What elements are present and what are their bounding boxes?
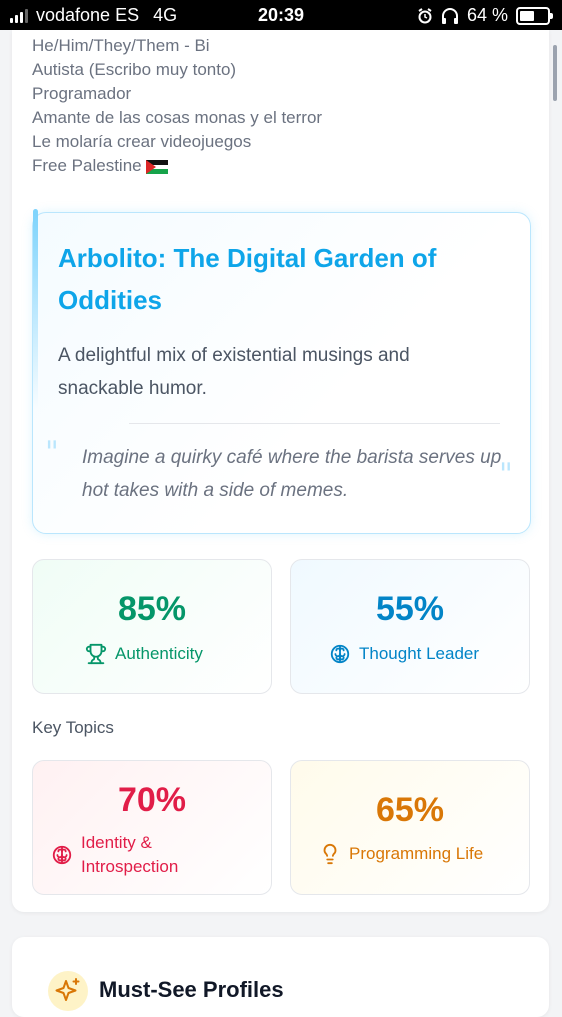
stat-label-row: Thought Leader — [329, 643, 479, 665]
topic-label-row: Identity & Introspection — [51, 831, 211, 879]
brain-icon — [52, 845, 72, 865]
topic-label: Programming Life — [349, 844, 484, 863]
bio-line-flag: Free Palestine — [32, 154, 322, 178]
summary-subtitle: A delightful mix of existential musings … — [58, 345, 410, 399]
bio-line: He/Him/They/Them - Bi — [32, 36, 210, 55]
topic-label: Identity & Introspection — [81, 833, 179, 876]
open-quote-icon: " — [45, 435, 59, 470]
bio: He/Him/They/Them - Bi Autista (Escribo m… — [32, 34, 322, 178]
stat-value: 55% — [375, 590, 445, 628]
bio-line: Amante de las cosas monas y el terror — [32, 108, 323, 127]
headphones-icon — [441, 7, 458, 24]
must-see-card: Must-See Profiles — [12, 937, 549, 1017]
topic-value: 65% — [375, 791, 445, 829]
brain-icon — [330, 644, 350, 664]
summary-title: Arbolito: The Digital Garden of Oddities — [58, 243, 437, 315]
bio-line: Programador — [32, 84, 132, 103]
bio-line: Free Palestine — [32, 156, 142, 175]
bio-line: Autista (Escribo muy tonto) — [32, 60, 237, 79]
stat-label: Thought Leader — [359, 644, 480, 663]
status-bar: vodafone ES 4G 20:39 64 % — [0, 0, 562, 30]
scrollbar[interactable] — [553, 45, 557, 101]
topic-label-row: Programming Life — [319, 843, 483, 865]
close-quote-icon: " — [499, 457, 513, 492]
stat-value: 85% — [117, 590, 187, 628]
stat-thought-leader: 55% Thought Leader — [290, 559, 530, 694]
battery-icon — [516, 6, 553, 25]
section-title: Must-See Profiles — [99, 977, 284, 1002]
topic-identity: 70% Identity & Introspection — [32, 760, 272, 895]
summary-card: Arbolito: The Digital Garden of Oddities… — [32, 209, 531, 534]
topic-programming: 65% Programming Life — [290, 760, 530, 895]
sparkles-icon — [48, 971, 88, 1011]
stat-authenticity: 85% Authenticity — [32, 559, 272, 694]
bio-line: Le molaría crear videojuegos — [32, 132, 252, 151]
topic-value: 70% — [117, 781, 187, 819]
summary-quote: Imagine a quirky café where the barista … — [82, 447, 502, 501]
palestine-flag-icon — [145, 159, 168, 174]
alarm-icon — [418, 7, 432, 23]
key-topics-heading: Key Topics — [32, 718, 114, 737]
battery-percent: 64 % — [466, 5, 508, 25]
card-accent — [33, 209, 38, 409]
divider — [129, 423, 500, 424]
lightbulb-icon — [323, 844, 337, 865]
status-right: 64 % — [417, 5, 553, 26]
stat-label: Authenticity — [115, 644, 203, 663]
trophy-icon — [85, 643, 107, 665]
stat-label-row: Authenticity — [85, 643, 203, 665]
